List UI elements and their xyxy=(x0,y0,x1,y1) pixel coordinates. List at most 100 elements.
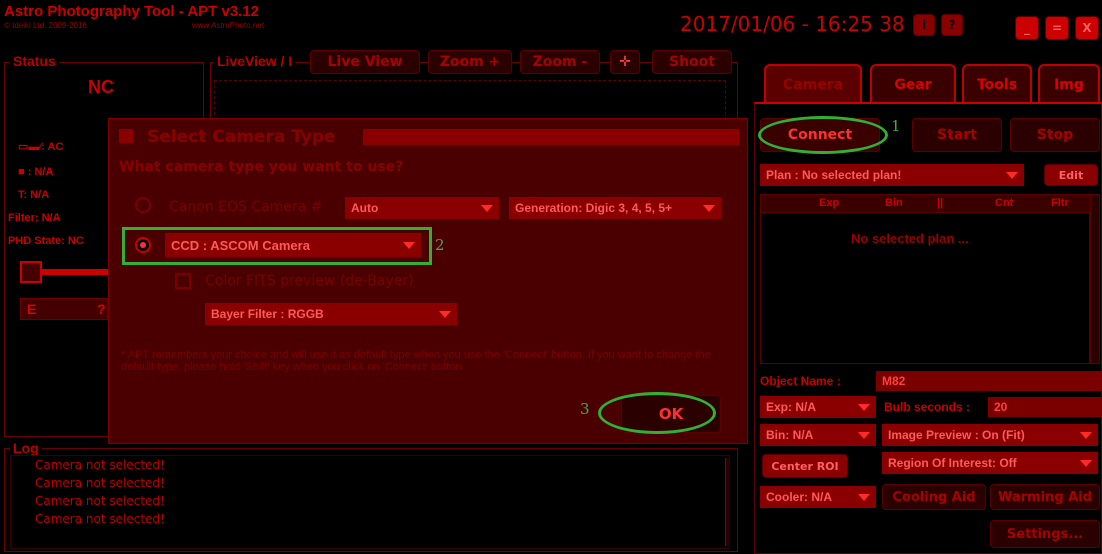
empty-plan-text: No selected plan ... xyxy=(851,231,969,246)
dialog-title: Select Camera Type xyxy=(147,127,336,147)
center-roi-button[interactable]: Center ROI xyxy=(762,454,848,478)
color-fits-checkbox[interactable] xyxy=(175,273,191,289)
plan-table: Exp Bin || Cnt Fltr No selected plan ... xyxy=(760,194,1091,364)
warming-aid-button[interactable]: Warming Aid xyxy=(990,484,1100,510)
zoom-out-button[interactable]: Zoom - xyxy=(520,50,600,74)
column-fltr: Fltr xyxy=(1051,197,1069,209)
roi-select[interactable]: Region Of Interest: Off xyxy=(882,452,1098,474)
tab-camera[interactable]: Camera xyxy=(764,64,862,104)
object-name-input[interactable]: M82 xyxy=(876,371,1102,391)
canon-model-label: Auto xyxy=(351,201,379,215)
plan-select[interactable]: Plan : No selected plan! xyxy=(760,164,1024,186)
canon-model-select[interactable]: Auto xyxy=(345,197,499,219)
plan-label: Plan : No selected plan! xyxy=(766,168,902,182)
chevron-down-icon xyxy=(439,311,451,318)
annotation-ring-connect xyxy=(758,116,888,154)
object-name-label: Object Name : xyxy=(760,374,841,388)
log-scrollbar[interactable] xyxy=(725,458,730,546)
tab-tools[interactable]: Tools xyxy=(962,64,1032,104)
bin-select[interactable]: Bin: N/A xyxy=(760,424,876,446)
annotation-number-2: 2 xyxy=(435,236,445,254)
e-box[interactable]: E ? xyxy=(20,298,108,320)
chevron-down-icon xyxy=(858,404,870,411)
cooler-select[interactable]: Cooler: N/A xyxy=(760,486,876,508)
app-title: Astro Photography Tool - APT v3.12 xyxy=(4,3,260,20)
liveview-area xyxy=(214,80,726,120)
dialog-note: * APT remembers your choice and will use… xyxy=(121,349,711,373)
settings-button[interactable]: Settings... xyxy=(990,520,1100,548)
dialog-window-icon xyxy=(119,129,133,143)
log-line: Camera not selected! xyxy=(35,458,165,472)
bayer-filter-select[interactable]: Bayer Filter : RGGB xyxy=(205,303,457,325)
datetime: 2017/01/06 - 16:25 38 xyxy=(680,12,905,36)
log-list: Camera not selected! Camera not selected… xyxy=(10,455,730,549)
annotation-ring-ok xyxy=(598,392,716,434)
annotation-number-3: 3 xyxy=(580,400,590,418)
canon-radio[interactable] xyxy=(135,197,151,213)
camera-icon: ■ xyxy=(18,166,25,178)
bulb-seconds-input[interactable]: 20 xyxy=(988,397,1102,417)
cooling-aid-button[interactable]: Cooling Aid xyxy=(882,484,986,510)
live-view-button[interactable]: Live View xyxy=(310,50,420,74)
help-button[interactable]: ? xyxy=(941,14,963,36)
generation-label: Generation: Digic 3, 4, 5, 5+ xyxy=(515,201,673,215)
minimize-button[interactable]: _ xyxy=(1015,16,1039,40)
start-button[interactable]: Start xyxy=(912,118,1002,152)
chevron-down-icon xyxy=(1080,432,1092,439)
title-bar: Astro Photography Tool - APT v3.12 © Ide… xyxy=(0,0,1102,48)
annotation-number-1: 1 xyxy=(891,117,901,135)
maximize-button[interactable]: = xyxy=(1045,16,1069,40)
battery-icon: ▭▬ xyxy=(18,141,40,153)
tab-gear[interactable]: Gear xyxy=(870,64,956,104)
annotation-box-ccd xyxy=(122,227,432,265)
column-pause: || xyxy=(937,197,944,209)
bin-label: Bin: N/A xyxy=(766,428,814,442)
copyright: © Ideiki Ltd. 2009-2016 xyxy=(4,21,87,30)
image-preview-label: Image Preview : On (Fit) xyxy=(888,428,1025,442)
chevron-down-icon xyxy=(858,432,870,439)
website: www.AstroPhoto.net xyxy=(192,21,265,30)
tab-img[interactable]: Img xyxy=(1038,64,1100,104)
shoot-button[interactable]: Shoot xyxy=(652,50,732,74)
dialog-question: What camera type you want to use? xyxy=(119,159,404,175)
generation-select[interactable]: Generation: Digic 3, 4, 5, 5+ xyxy=(509,197,721,219)
cooler-label: Cooler: N/A xyxy=(766,490,832,504)
e-label: E xyxy=(27,301,37,317)
power-status: : AC xyxy=(41,141,64,153)
plan-scrollbar[interactable] xyxy=(1090,194,1100,364)
bayer-filter-label: Bayer Filter : RGGB xyxy=(211,307,324,321)
q-label: ? xyxy=(97,301,106,317)
dialog-title-bar-fill xyxy=(363,129,739,145)
connection-status: NC xyxy=(88,77,114,97)
log-title: Log xyxy=(10,440,42,456)
filter-status: Filter: N/A xyxy=(8,212,61,224)
log-line: Camera not selected! xyxy=(35,512,165,526)
liveview-title: LiveView / I xyxy=(214,53,296,69)
bulb-seconds-label: Bulb seconds : xyxy=(884,400,971,414)
chevron-down-icon xyxy=(1080,460,1092,467)
slider-handle-icon[interactable] xyxy=(20,261,42,283)
camera-status-row: ■ : N/A xyxy=(18,166,53,178)
log-line: Camera not selected! xyxy=(35,476,165,490)
roi-label: Region Of Interest: Off xyxy=(888,456,1017,470)
column-cnt: Cnt xyxy=(995,197,1014,209)
edit-plan-button[interactable]: Edit xyxy=(1044,164,1098,186)
stop-button[interactable]: Stop xyxy=(1010,118,1100,152)
zoom-in-button[interactable]: Zoom + xyxy=(428,50,512,74)
crosshair-button[interactable]: ✛ xyxy=(610,50,640,74)
power-row: ▭▬⁄: AC xyxy=(18,140,63,153)
image-preview-select[interactable]: Image Preview : On (Fit) xyxy=(882,424,1098,446)
chevron-down-icon xyxy=(703,205,715,212)
phd-status: PHD State: NC xyxy=(8,235,84,247)
exp-select[interactable]: Exp: N/A xyxy=(760,396,876,418)
crosshair-icon: ✛ xyxy=(619,54,631,70)
color-fits-label: Color FITS preview (de-Bayer) xyxy=(205,273,414,289)
info-button[interactable]: i xyxy=(913,14,935,36)
status-title: Status xyxy=(10,53,59,69)
close-button[interactable]: X xyxy=(1075,16,1099,40)
chevron-down-icon xyxy=(481,205,493,212)
column-bin: Bin xyxy=(885,197,903,209)
camera-status: : N/A xyxy=(27,166,54,178)
plan-table-header: Exp Bin || Cnt Fltr xyxy=(761,195,1091,213)
temp-status: T: N/A xyxy=(18,189,50,201)
